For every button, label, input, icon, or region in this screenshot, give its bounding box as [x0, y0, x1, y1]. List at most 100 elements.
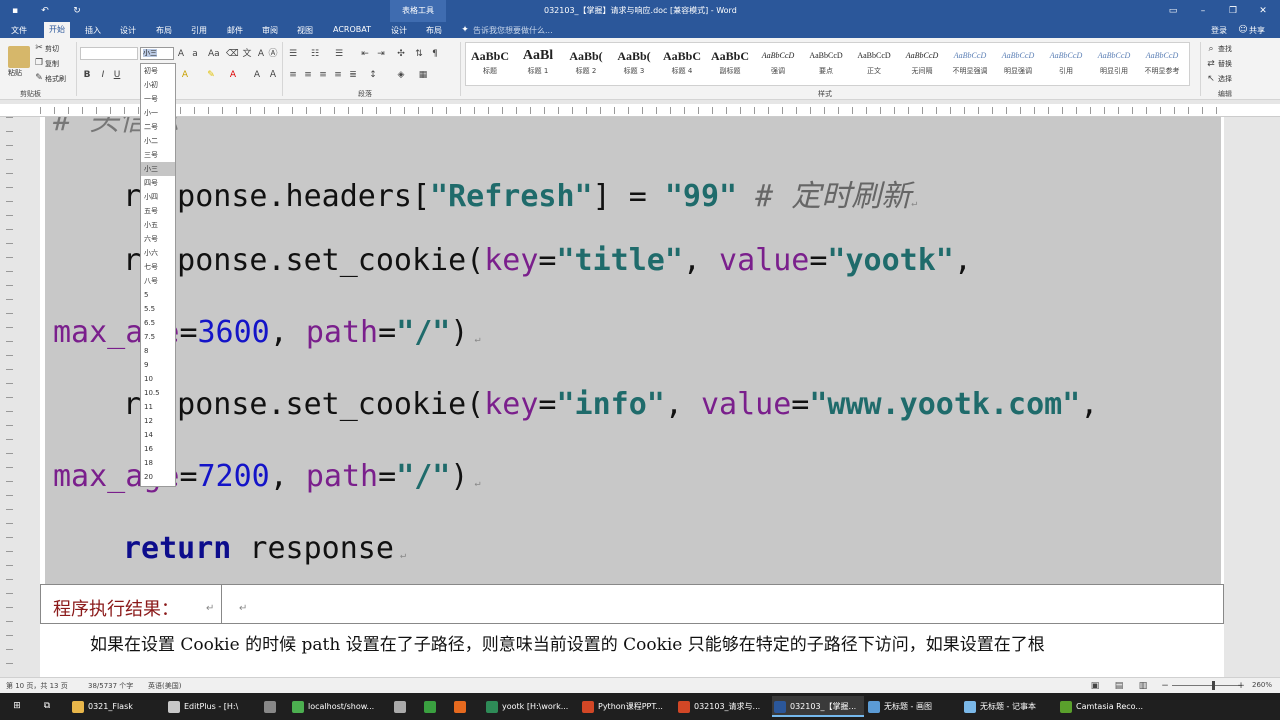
taskbar-item[interactable]: 无标题 - 记事本	[962, 696, 1054, 717]
share-button[interactable]: 共享	[1244, 24, 1270, 37]
horizontal-ruler[interactable]	[0, 104, 1280, 117]
tab-table-layout[interactable]: 布局	[421, 24, 447, 37]
decrease-indent-icon[interactable]: ⇤	[360, 49, 370, 59]
restore-icon[interactable]: ❐	[1228, 6, 1238, 16]
align-center-icon[interactable]: ≡	[303, 70, 313, 80]
font-size-option[interactable]: 7.5	[141, 330, 175, 344]
replace-button[interactable]: 替换	[1218, 59, 1232, 69]
style-item[interactable]: AaBbCcD 要点	[804, 46, 848, 82]
justify-icon[interactable]: ≡	[333, 70, 343, 80]
font-size-option[interactable]: 5.5	[141, 302, 175, 316]
body-paragraph[interactable]: 如果在设置 Cookie 的时候 path 设置在了子路径，则意味当前设置的 C…	[90, 630, 1045, 655]
tab-acrobat[interactable]: ACROBAT	[328, 24, 376, 35]
tell-me-box[interactable]: 告诉我您想要做什么...	[468, 24, 558, 37]
font-size-option[interactable]: 5	[141, 288, 175, 302]
redo-icon[interactable]: ↻	[72, 6, 82, 16]
tab-file[interactable]: 文件	[6, 24, 32, 37]
borders-icon[interactable]: ▦	[418, 70, 428, 80]
zoom-in-icon[interactable]: +	[1236, 681, 1246, 691]
font-size-option[interactable]: 小五	[141, 218, 175, 232]
tab-view[interactable]: 视图	[292, 24, 318, 37]
change-case-icon[interactable]: Aa	[208, 49, 220, 59]
taskbar-item[interactable]	[262, 696, 286, 717]
font-size-option[interactable]: 初号	[141, 64, 175, 78]
font-size-option[interactable]: 8	[141, 344, 175, 358]
style-item[interactable]: AaBbCcD 正文	[852, 46, 896, 82]
vertical-ruler[interactable]	[0, 117, 18, 677]
shrink-font-icon[interactable]: a	[190, 49, 200, 59]
font-size-option[interactable]: 小初	[141, 78, 175, 92]
align-left-icon[interactable]: ≡	[288, 70, 298, 80]
taskbar-item[interactable]: yootk [H:\work...	[484, 696, 576, 717]
tab-insert[interactable]: 插入	[80, 24, 106, 37]
italic-icon[interactable]: I	[98, 70, 108, 80]
font-size-option[interactable]: 16	[141, 442, 175, 456]
tab-home[interactable]: 开始	[44, 22, 70, 38]
style-item[interactable]: AaBbCcD 不明显参考	[1140, 46, 1184, 82]
font-size-dropdown[interactable]: 初号 小初 一号 小一 二号 小二 三号 小三 四号 小四 五号 小五 六号 小六 七号 八号 5 5.5 6.5 7…	[140, 63, 176, 487]
style-item[interactable]: AaBb(标题 2	[564, 46, 608, 82]
grow-font-icon[interactable]: A	[176, 49, 186, 59]
font-size-option[interactable]: 小六	[141, 246, 175, 260]
shading-icon[interactable]: ◈	[396, 70, 406, 80]
bold-icon[interactable]: B	[82, 70, 92, 80]
font-color-icon[interactable]: A	[228, 70, 238, 80]
style-item[interactable]: AaBbCcD 明显强调	[996, 46, 1040, 82]
paste-label[interactable]: 粘贴	[8, 68, 22, 78]
multilevel-icon[interactable]: ☰	[334, 49, 344, 59]
sort-icon[interactable]: ⇅	[414, 49, 424, 59]
font-size-option[interactable]: 四号	[141, 176, 175, 190]
windows-start-icon[interactable]: ⊞	[12, 701, 22, 711]
distribute-icon[interactable]: ≣	[348, 70, 358, 80]
print-layout-icon[interactable]: ▤	[1114, 681, 1124, 691]
read-mode-icon[interactable]: ▣	[1090, 681, 1100, 691]
font-size-option[interactable]: 三号	[141, 148, 175, 162]
cut-button[interactable]: 剪切	[45, 44, 59, 54]
font-size-option[interactable]: 10.5	[141, 386, 175, 400]
font-size-option[interactable]: 9	[141, 358, 175, 372]
font-size-option[interactable]: 14	[141, 428, 175, 442]
taskbar-item[interactable]	[452, 696, 476, 717]
undo-icon[interactable]: ↶	[40, 6, 50, 16]
font-size-option[interactable]: 小四	[141, 190, 175, 204]
zoom-slider[interactable]	[1172, 685, 1242, 686]
style-item[interactable]: AaBbC 副标题	[708, 46, 752, 82]
login-link[interactable]: 登录	[1206, 24, 1232, 37]
taskbar-item[interactable]	[392, 696, 416, 717]
style-item[interactable]: AaBl 标题 1	[516, 46, 560, 82]
show-marks-icon[interactable]: ¶	[430, 49, 440, 59]
taskbar-item[interactable]	[422, 696, 446, 717]
save-icon[interactable]: ▪	[10, 6, 20, 16]
font-size-option[interactable]: 二号	[141, 120, 175, 134]
font-size-option[interactable]: 12	[141, 414, 175, 428]
select-button[interactable]: 选择	[1218, 74, 1232, 84]
highlight-icon[interactable]: ✎	[206, 70, 216, 80]
font-size-option[interactable]: 10	[141, 372, 175, 386]
font-size-option[interactable]: 六号	[141, 232, 175, 246]
find-button[interactable]: 查找	[1218, 44, 1232, 54]
numbering-icon[interactable]: ☷	[310, 49, 320, 59]
style-item[interactable]: AaBbCcD 明显引用	[1092, 46, 1136, 82]
enclose-char-icon[interactable]: Ⓐ	[268, 49, 278, 59]
style-item[interactable]: AaBb(标题 3	[612, 46, 656, 82]
taskbar-item[interactable]: 032103_【掌握...	[772, 696, 864, 717]
tab-layout[interactable]: 布局	[151, 24, 177, 37]
font-size-option[interactable]: 6.5	[141, 316, 175, 330]
font-size-option[interactable]: 七号	[141, 260, 175, 274]
line-spacing-icon[interactable]: ↕	[368, 70, 378, 80]
taskbar-item[interactable]: Python课程PPT...	[580, 696, 672, 717]
font-size-option[interactable]: 一号	[141, 92, 175, 106]
text-effects-icon[interactable]: A	[180, 70, 190, 80]
clear-format-icon[interactable]: ⌫	[226, 49, 239, 59]
tab-table-design[interactable]: 设计	[386, 24, 412, 37]
result-table-row[interactable]: 程序执行结果： ↵ ↵	[40, 584, 1224, 624]
minimize-icon[interactable]: –	[1198, 6, 1208, 16]
tab-references[interactable]: 引用	[186, 24, 212, 37]
tab-review[interactable]: 审阅	[257, 24, 283, 37]
style-item[interactable]: AaBbC 标题 4	[660, 46, 704, 82]
page-count[interactable]: 第 10 页，共 13 页	[6, 681, 68, 691]
font-size-input[interactable]: 小三	[140, 47, 174, 60]
zoom-level[interactable]: 260%	[1252, 681, 1272, 689]
font-size-option[interactable]: 五号	[141, 204, 175, 218]
align-right-icon[interactable]: ≡	[318, 70, 328, 80]
